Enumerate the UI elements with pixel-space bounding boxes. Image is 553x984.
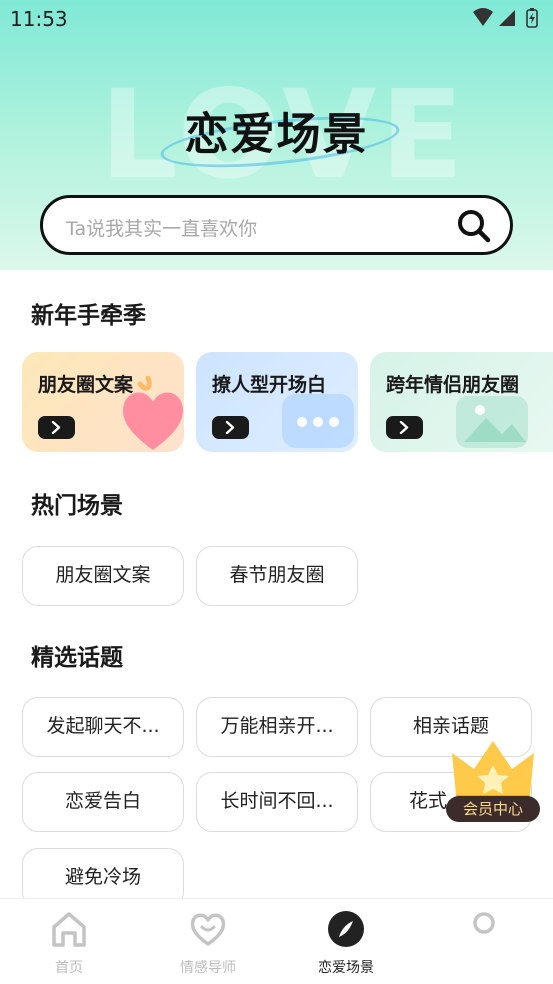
topic-chip[interactable]: 发起聊天不... [22, 697, 184, 757]
bottom-tab-bar: 首页 情感导师 恋爱场景 [0, 898, 553, 984]
tab-home[interactable]: 首页 [19, 899, 119, 984]
section-title-new-year: 新年手牵季 [31, 303, 146, 329]
tab-label: 情感导师 [180, 960, 236, 976]
search-bar[interactable]: Ta说我其实一直喜欢你 [40, 195, 513, 255]
play-button[interactable] [386, 416, 423, 439]
home-icon [52, 912, 86, 947]
play-button[interactable] [212, 416, 249, 439]
crown-icon [452, 741, 534, 803]
signal-icon [499, 10, 515, 26]
card-label: 跨年情侣朋友圈 [386, 374, 520, 396]
tab-label: 恋爱场景 [318, 960, 374, 976]
tab-profile[interactable] [434, 899, 534, 984]
search-icon[interactable] [456, 208, 492, 244]
status-icons [471, 6, 543, 30]
scene-card-new-year-couple[interactable]: 跨年情侣朋友圈 [370, 352, 553, 452]
section-title-topics: 精选话题 [31, 645, 123, 671]
scene-card-moments-copy[interactable]: 朋友圈文案 [22, 352, 184, 452]
chevron-right-icon [399, 421, 409, 434]
battery-icon [526, 8, 538, 28]
card-label: 撩人型开场白 [212, 374, 327, 396]
wifi-icon [473, 8, 493, 26]
status-time: 11:53 [10, 7, 68, 31]
scene-card-opener[interactable]: 撩人型开场白 [196, 352, 358, 452]
search-input[interactable]: Ta说我其实一直喜欢你 [66, 214, 257, 241]
heart-smile-icon [190, 913, 226, 946]
tab-emotion-mentor[interactable]: 情感导师 [158, 899, 258, 984]
page-title: 恋爱场景 [184, 109, 369, 160]
compass-icon [328, 911, 364, 947]
topic-chip[interactable]: 长时间不回... [196, 772, 358, 832]
hot-chip[interactable]: 朋友圈文案 [22, 546, 184, 606]
image-icon [456, 396, 528, 448]
section-title-hot: 热门场景 [31, 493, 123, 519]
tab-label: 首页 [55, 960, 83, 976]
vip-center-button[interactable]: 会员中心 [444, 737, 542, 827]
chevron-right-icon [51, 421, 61, 434]
vip-label: 会员中心 [446, 796, 540, 822]
chat-bubble-icon [282, 394, 354, 448]
topic-chip[interactable]: 恋爱告白 [22, 772, 184, 832]
chevron-right-icon [225, 421, 235, 434]
tab-love-scene[interactable]: 恋爱场景 [296, 899, 396, 984]
play-button[interactable] [38, 416, 75, 439]
topic-chip[interactable]: 万能相亲开... [196, 697, 358, 757]
card-label: 朋友圈文案 [38, 374, 134, 396]
hot-chip[interactable]: 春节朋友圈 [196, 546, 358, 606]
profile-icon [473, 912, 495, 934]
